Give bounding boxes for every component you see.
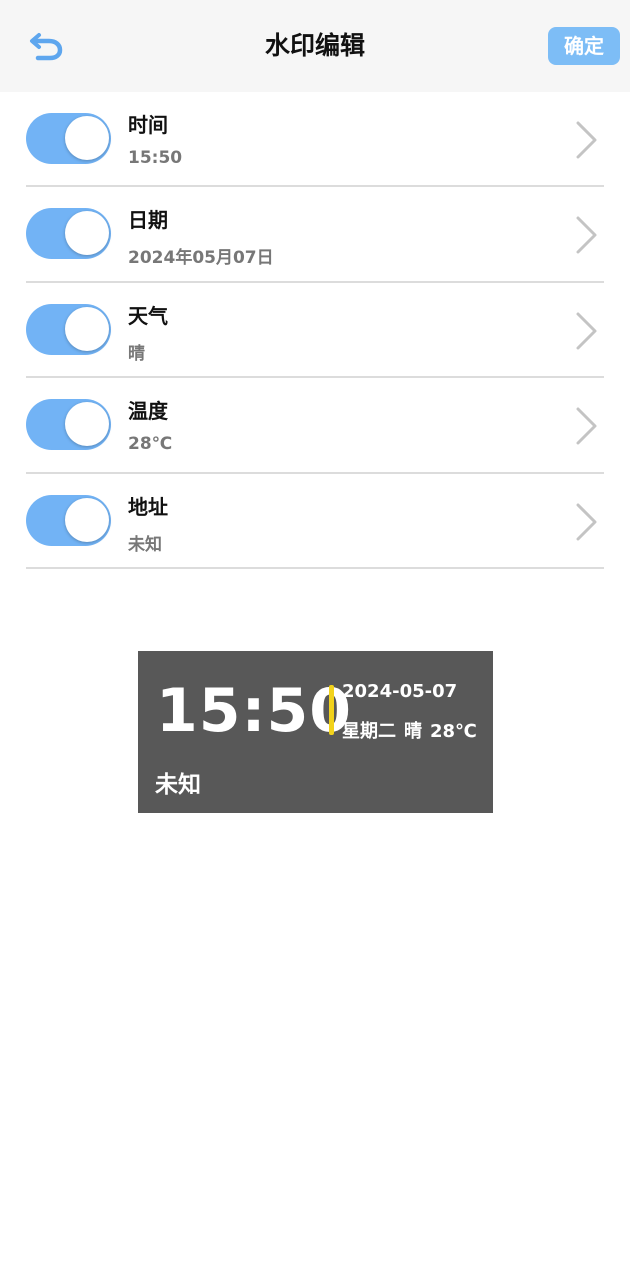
watermark-preview: 15:50 2024-05-07 星期二晴 28℃ 未知 [138, 651, 493, 813]
toggle-switch[interactable] [26, 303, 111, 355]
toggle-knob [65, 211, 109, 256]
setting-label: 时间 [128, 113, 168, 137]
watermark-accent-bar [329, 685, 334, 735]
chevron-right-icon[interactable] [574, 406, 600, 446]
toggle-knob [65, 402, 109, 447]
setting-row-address[interactable]: 地址 未知 [26, 474, 604, 569]
watermark-date: 2024-05-07 [342, 681, 458, 702]
setting-row-temperature[interactable]: 温度 28℃ [26, 378, 604, 474]
page-title: 水印编辑 [264, 31, 365, 60]
setting-value: 28℃ [128, 434, 173, 455]
setting-value: 未知 [128, 534, 162, 555]
toggle-switch[interactable] [26, 113, 111, 164]
watermark-weather: 晴 [404, 721, 422, 742]
toggle-switch[interactable] [26, 494, 111, 546]
watermark-temperature: 28℃ [430, 721, 477, 742]
toggle-switch[interactable] [26, 399, 111, 451]
setting-row-weather[interactable]: 天气 晴 [26, 283, 604, 379]
setting-value: 15:50 [128, 148, 183, 168]
chevron-right-icon[interactable] [574, 215, 600, 255]
chevron-right-icon[interactable] [574, 502, 600, 542]
watermark-info-line: 星期二晴 28℃ [342, 717, 485, 743]
watermark-weekday: 星期二 [342, 721, 396, 742]
chevron-right-icon[interactable] [574, 120, 600, 160]
toggle-knob [65, 116, 109, 160]
confirm-button[interactable]: 确定 [548, 27, 620, 65]
header-bar: 水印编辑 确定 [0, 0, 630, 92]
chevron-right-icon[interactable] [574, 311, 600, 351]
toggle-knob [65, 306, 109, 351]
watermark-address: 未知 [155, 772, 201, 798]
setting-row-date[interactable]: 日期 2024年05月07日 [26, 187, 604, 283]
setting-label: 天气 [128, 303, 168, 328]
setting-value: 2024年05月07日 [128, 248, 274, 269]
setting-row-time[interactable]: 时间 15:50 [26, 92, 604, 188]
settings-list: 时间 15:50 日期 2024年05月07日 天气 晴 温度 28℃ 地址 未… [26, 92, 604, 569]
toggle-switch[interactable] [26, 208, 111, 260]
setting-value: 晴 [128, 343, 145, 364]
setting-label: 日期 [128, 208, 168, 233]
toggle-knob [65, 497, 109, 542]
setting-label: 地址 [128, 494, 168, 519]
setting-label: 温度 [128, 399, 168, 424]
watermark-time: 15:50 [156, 676, 352, 746]
